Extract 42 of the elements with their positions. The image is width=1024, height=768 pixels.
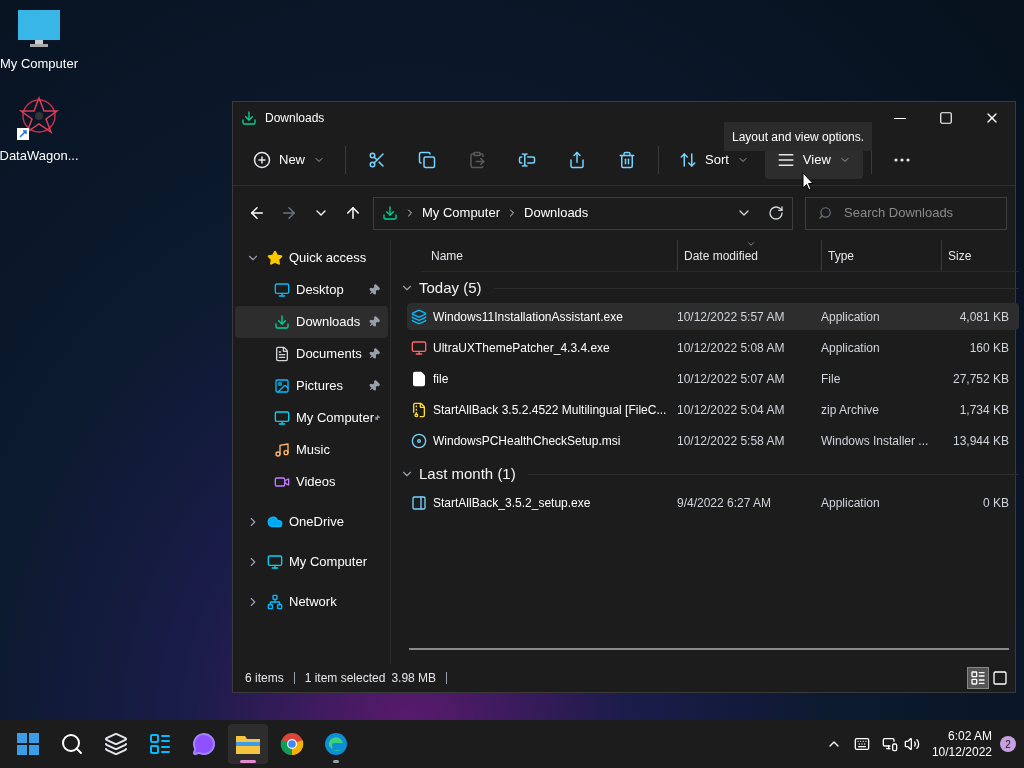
window-title: Downloads	[265, 110, 326, 127]
type-cell-text: Application	[821, 494, 881, 512]
sidebar-label: Downloads	[296, 313, 362, 332]
date-cell-text: 10/12/2022 5:58 AM	[677, 432, 786, 450]
sidebar-label: Music	[296, 441, 331, 460]
type-cell-text: zip Archive	[821, 401, 881, 419]
date-cell-text: 9/4/2022 6:27 AM	[677, 494, 773, 512]
sidebar-label: Quick access	[289, 249, 368, 268]
size-cell-text: 27,752 KB	[951, 370, 1009, 388]
file-name: WindowsPCHealthCheckSetup.msi	[433, 432, 621, 450]
type-cell-text: Application	[821, 339, 881, 357]
file-name: UltraUXThemePatcher_4.3.4.exe	[433, 339, 610, 357]
type-cell-text: File	[821, 370, 842, 388]
date-cell-text: 10/12/2022 5:57 AM	[677, 308, 786, 326]
date-cell-text: 10/12/2022 5:04 AM	[677, 401, 786, 419]
file-name: StartAllBack 3.5.2.4522 Multilingual [FileC...	[433, 401, 667, 419]
selection-size: 3.98 MB	[391, 670, 437, 687]
type-cell-text: Windows Installer ...	[821, 432, 930, 450]
date-cell-text: 10/12/2022 5:08 AM	[677, 339, 786, 357]
sidebar-label: Videos	[296, 473, 337, 492]
item-count: 6 items	[245, 670, 284, 687]
desktop-icon-label: DataWagon...	[0, 146, 79, 165]
size-cell-text: 13,944 KB	[951, 432, 1009, 450]
date-cell-text: 10/12/2022 5:07 AM	[677, 370, 786, 388]
type-cell-text: Application	[821, 308, 881, 326]
sidebar-label: My Computer	[296, 409, 375, 428]
size-cell-text: 4,081 KB	[958, 308, 1009, 326]
sidebar-label: Network	[289, 593, 338, 612]
file-name: file	[433, 370, 449, 388]
sidebar-label: Pictures	[296, 377, 344, 396]
size-cell-text: 160 KB	[968, 339, 1009, 357]
sidebar-label: My Computer	[289, 553, 369, 572]
selection-info: 1 item selected	[304, 670, 386, 687]
size-cell-text: 0 KB	[982, 494, 1009, 512]
sidebar-label: Desktop	[296, 281, 345, 300]
file-name: StartAllBack_3.5.2_setup.exe	[433, 494, 591, 512]
size-cell-text: 1,734 KB	[958, 401, 1009, 419]
sidebar-label: OneDrive	[289, 513, 345, 532]
desktop-icon-label: My Computer	[0, 55, 78, 73]
file-name: Windows11InstallationAssistant.exe	[433, 308, 623, 326]
sidebar-label: Documents	[296, 345, 363, 364]
tooltip: Layout and view options.	[724, 122, 873, 151]
